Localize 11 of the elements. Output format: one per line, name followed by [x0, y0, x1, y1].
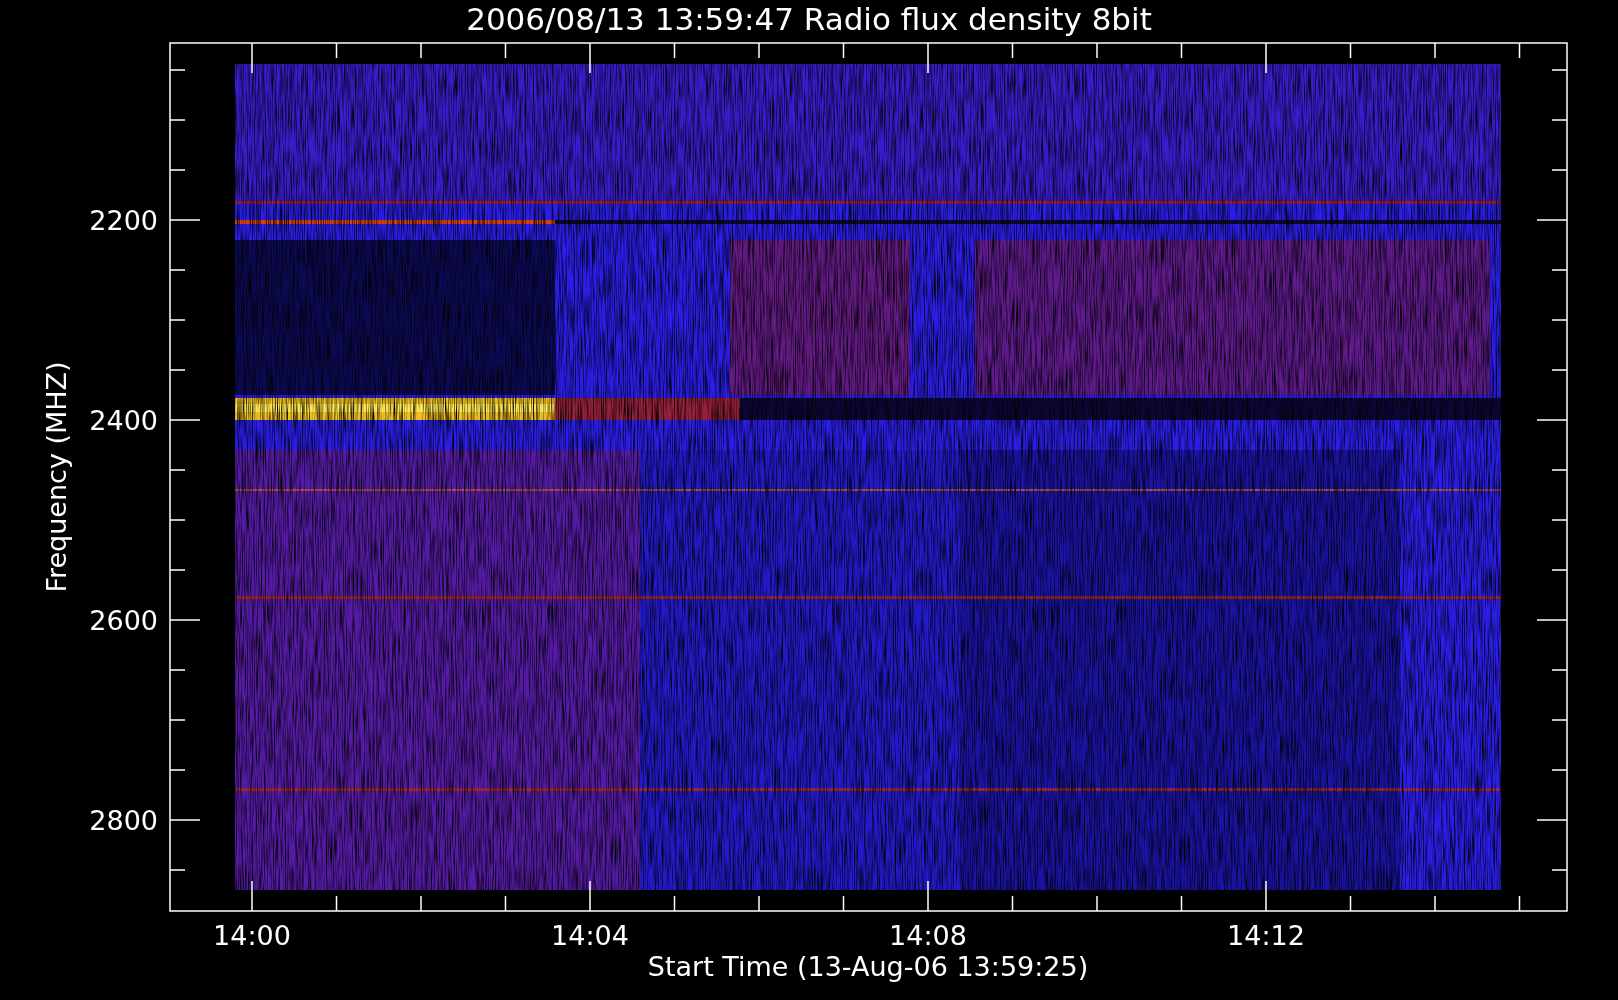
y-tick-label: 2600 [89, 605, 158, 636]
x-tick-label: 14:08 [889, 920, 967, 951]
chart-title: 2006/08/13 13:59:47 Radio flux density 8bit [466, 1, 1152, 37]
x-tick-label: 14:12 [1227, 920, 1305, 951]
x-tick-label: 14:04 [551, 920, 629, 951]
y-axis-label: Frequency (MHZ) [41, 361, 72, 593]
y-tick-label: 2200 [89, 205, 158, 236]
y-tick-label: 2800 [89, 805, 158, 836]
y-tick-label: 2400 [89, 405, 158, 436]
x-tick-label: 14:00 [213, 920, 291, 951]
x-axis-label: Start Time (13-Aug-06 13:59:25) [647, 951, 1089, 982]
